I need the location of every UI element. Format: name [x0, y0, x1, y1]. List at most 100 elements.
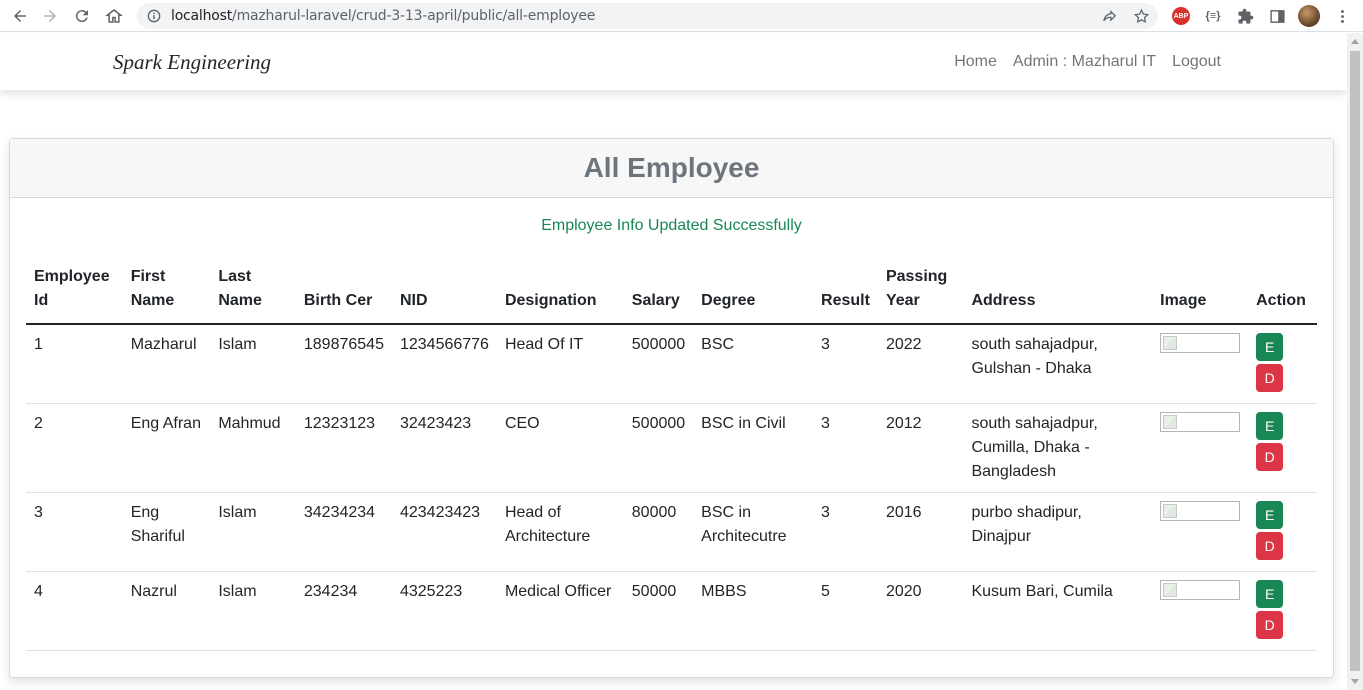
- cell-birth-cer: 234234: [295, 571, 392, 651]
- cell-address: purbo shadipur, Dinajpur: [963, 492, 1153, 572]
- cell-last-name: Mahmud: [210, 403, 296, 493]
- col-last-name: Last Name: [210, 259, 296, 325]
- cell-image: [1152, 492, 1249, 572]
- edit-button[interactable]: E: [1256, 501, 1284, 529]
- scrollbar-thumb[interactable]: [1350, 51, 1360, 671]
- broken-image-icon: [1160, 412, 1241, 432]
- brand-link[interactable]: Spark Engineering: [113, 50, 271, 75]
- delete-button[interactable]: D: [1256, 532, 1284, 560]
- cell-nid: 1234566776: [391, 324, 497, 404]
- edit-button[interactable]: E: [1256, 333, 1284, 361]
- scroll-up-arrow-icon[interactable]: [1351, 39, 1359, 44]
- cell-result: 3: [813, 492, 878, 572]
- cell-address: south sahajadpur, Gulshan - Dhaka: [963, 324, 1153, 404]
- cell-result: 3: [813, 403, 878, 493]
- nav-home-link[interactable]: Home: [954, 53, 997, 71]
- cell-salary: 50000: [623, 571, 694, 651]
- profile-avatar[interactable]: [1297, 4, 1321, 28]
- scroll-down-arrow-icon[interactable]: [1351, 679, 1359, 684]
- cell-employee-id: 2: [26, 403, 123, 493]
- broken-image-icon: [1160, 501, 1241, 521]
- vertical-scrollbar[interactable]: [1347, 33, 1363, 690]
- reload-icon[interactable]: [66, 0, 98, 32]
- menu-kebab-icon[interactable]: [1330, 4, 1354, 28]
- delete-button[interactable]: D: [1256, 611, 1284, 639]
- table-row: 3 Eng Shariful Islam 34234234 423423423 …: [26, 492, 1317, 572]
- cell-nid: 4325223: [391, 571, 497, 651]
- delete-button[interactable]: D: [1256, 443, 1284, 471]
- broken-image-icon: [1160, 580, 1241, 600]
- col-birth-cer: Birth Cer: [295, 259, 392, 325]
- cell-designation: Head Of IT: [496, 324, 624, 404]
- cell-employee-id: 3: [26, 492, 123, 572]
- col-degree: Degree: [693, 259, 814, 325]
- cell-passing-year: 2016: [877, 492, 964, 572]
- cell-birth-cer: 12323123: [295, 403, 392, 493]
- url-path: /mazharul-laravel/crud-3-13-april/public…: [232, 8, 596, 24]
- col-nid: NID: [391, 259, 497, 325]
- cell-degree: MBBS: [693, 571, 814, 651]
- cell-designation: Medical Officer: [496, 571, 624, 651]
- url-text: localhost/mazharul-laravel/crud-3-13-apr…: [171, 8, 595, 24]
- cell-passing-year: 2020: [877, 571, 964, 651]
- cell-action: E D: [1248, 571, 1317, 651]
- col-passing-year: Passing Year: [877, 259, 964, 325]
- cell-salary: 500000: [623, 324, 694, 404]
- cell-salary: 500000: [623, 403, 694, 493]
- cell-passing-year: 2022: [877, 324, 964, 404]
- table-row: 4 Nazrul Islam 234234 4325223 Medical Of…: [26, 571, 1317, 651]
- cell-nid: 32423423: [391, 403, 497, 493]
- cell-result: 3: [813, 324, 878, 404]
- cell-employee-id: 1: [26, 324, 123, 404]
- page-viewport: Spark Engineering Home Admin : Mazharul …: [0, 33, 1347, 690]
- cell-address: Kusum Bari, Cumila: [963, 571, 1153, 651]
- cell-passing-year: 2012: [877, 403, 964, 493]
- cell-degree: BSC: [693, 324, 814, 404]
- employee-card: All Employee Employee Info Updated Succe…: [9, 138, 1334, 678]
- cell-first-name: Eng Afran: [122, 403, 211, 493]
- side-panel-icon[interactable]: [1265, 4, 1289, 28]
- url-host: localhost: [171, 8, 233, 24]
- json-viewer-extension-icon[interactable]: {≡}: [1201, 4, 1225, 28]
- col-salary: Salary: [623, 259, 694, 325]
- col-first-name: First Name: [122, 259, 211, 325]
- col-employee-id: Employee Id: [26, 259, 123, 325]
- employee-table: Employee Id First Name Last Name Birth C…: [26, 259, 1317, 651]
- cell-nid: 423423423: [391, 492, 497, 572]
- nav-logout-link[interactable]: Logout: [1172, 53, 1221, 71]
- cell-address: south sahajadpur, Cumilla, Dhaka - Bangl…: [963, 403, 1153, 493]
- bookmark-star-icon[interactable]: [1132, 7, 1150, 25]
- abp-label: ABP: [1172, 7, 1190, 25]
- cell-last-name: Islam: [210, 492, 296, 572]
- success-message: Employee Info Updated Successfully: [541, 217, 802, 234]
- table-row: 1 Mazharul Islam 189876545 1234566776 He…: [26, 324, 1317, 404]
- address-bar[interactable]: localhost/mazharul-laravel/crud-3-13-apr…: [137, 3, 1158, 29]
- card-header: All Employee: [10, 139, 1333, 198]
- cell-image: [1152, 571, 1249, 651]
- col-result: Result: [813, 259, 878, 325]
- col-address: Address: [963, 259, 1153, 325]
- edit-button[interactable]: E: [1256, 580, 1284, 608]
- table-header-row: Employee Id First Name Last Name Birth C…: [26, 259, 1317, 325]
- cell-last-name: Islam: [210, 571, 296, 651]
- col-image: Image: [1152, 259, 1249, 325]
- cell-designation: Head of Architecture: [496, 492, 624, 572]
- site-info-icon[interactable]: [147, 9, 161, 23]
- home-icon[interactable]: [98, 0, 130, 32]
- site-navbar: Spark Engineering Home Admin : Mazharul …: [0, 33, 1347, 90]
- nav-links: Home Admin : Mazharul IT Logout: [954, 53, 1221, 71]
- back-arrow-icon[interactable]: [4, 0, 36, 32]
- nav-admin-link[interactable]: Admin : Mazharul IT: [1013, 53, 1156, 71]
- cell-degree: BSC in Civil: [693, 403, 814, 493]
- share-icon[interactable]: [1100, 7, 1118, 25]
- cell-birth-cer: 34234234: [295, 492, 392, 572]
- adblock-plus-icon[interactable]: ABP: [1169, 4, 1193, 28]
- cell-first-name: Nazrul: [122, 571, 211, 651]
- edit-button[interactable]: E: [1256, 412, 1284, 440]
- col-action: Action: [1248, 259, 1317, 325]
- cell-designation: CEO: [496, 403, 624, 493]
- extensions-puzzle-icon[interactable]: [1233, 4, 1257, 28]
- forward-arrow-icon[interactable]: [34, 0, 66, 32]
- delete-button[interactable]: D: [1256, 364, 1284, 392]
- browser-toolbar: localhost/mazharul-laravel/crud-3-13-apr…: [0, 0, 1363, 32]
